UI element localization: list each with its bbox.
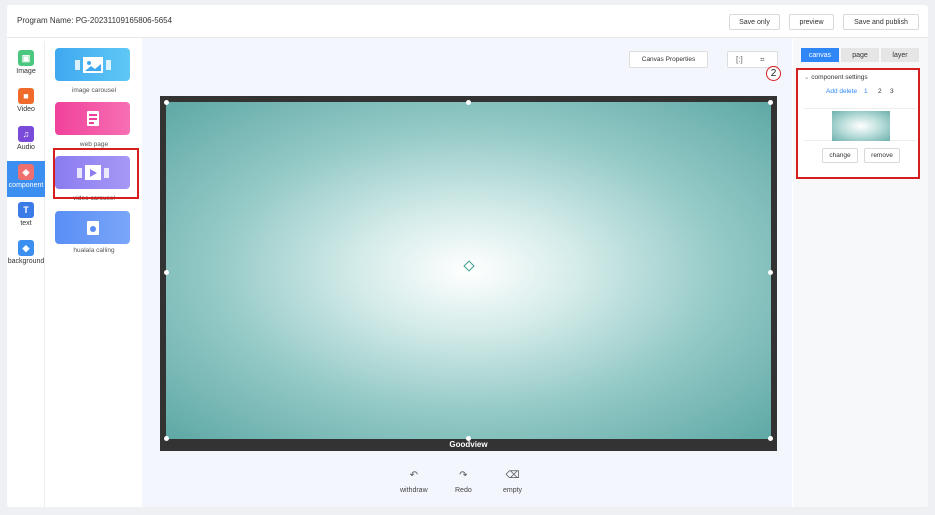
calling-bell-icon [86, 220, 99, 235]
component-panel: image carousel web page video carousel h… [46, 41, 142, 507]
page-tab-1[interactable]: 1 [864, 88, 868, 95]
redo-button[interactable]: ↷ Redo [455, 470, 472, 494]
right-panel: canvas page layer ⌄ component settings A… [793, 38, 928, 507]
resize-handle[interactable] [164, 270, 169, 275]
image-carousel-icon [74, 56, 111, 73]
work-area: Canvas Properties [:] ⌗ Goodview ↶ withd… [142, 38, 792, 507]
program-label: Program Name: [17, 16, 74, 25]
nav-item-background[interactable]: ◆ background [7, 237, 45, 273]
remove-button[interactable]: remove [864, 148, 900, 163]
text-t-icon: T [18, 202, 34, 218]
card-label: image carousel [71, 87, 117, 94]
nav-label: Image [16, 68, 36, 75]
top-bar: Program Name: PG-20231109165806-5654 Sav… [7, 5, 928, 38]
nav-label: component [8, 182, 44, 189]
image-carousel-card[interactable] [55, 48, 130, 81]
clear-icon: ⌫ [505, 470, 520, 481]
nav-label: text [20, 220, 32, 227]
hualala-calling-card[interactable] [55, 211, 130, 244]
nav-item-audio[interactable]: ♫ Audio [7, 123, 45, 159]
change-button[interactable]: change [822, 148, 858, 163]
component-settings-section: ⌄ component settings Add delete 1 2 3 ch… [796, 68, 920, 179]
component-settings-header[interactable]: ⌄ component settings [804, 73, 868, 81]
card-label: web page [79, 141, 109, 148]
page-tab-2[interactable]: 2 [878, 88, 882, 95]
fit-width-icon[interactable]: [:] [736, 55, 743, 64]
video-icon: ■ [18, 88, 34, 104]
nav-item-image[interactable]: ▣ Image [7, 47, 45, 83]
center-anchor-icon[interactable] [463, 260, 475, 272]
image-icon: ▣ [18, 50, 34, 66]
left-nav: ▣ Image ■ Video ♫ Audio ◈ component T te… [7, 41, 45, 507]
nav-label: background [7, 258, 45, 265]
music-note-icon: ♫ [18, 126, 34, 142]
add-delete-link[interactable]: Add delete [826, 88, 857, 95]
withdraw-button[interactable]: ↶ withdraw [400, 470, 428, 494]
settings-title: component settings [811, 74, 868, 81]
resize-handle[interactable] [466, 100, 471, 105]
resize-handle[interactable] [164, 100, 169, 105]
tab-page[interactable]: page [841, 48, 879, 62]
canvas-properties-button[interactable]: Canvas Properties [629, 51, 708, 68]
canvas-content[interactable] [166, 102, 771, 439]
resize-handle[interactable] [768, 100, 773, 105]
undo-icon: ↶ [409, 470, 418, 481]
resize-handle[interactable] [768, 270, 773, 275]
chevron-down-icon: ⌄ [804, 74, 810, 81]
nav-item-component[interactable]: ◈ component [7, 161, 45, 197]
nav-item-text[interactable]: T text [7, 199, 45, 235]
web-page-icon [86, 110, 99, 126]
tool-label: empty [503, 487, 523, 494]
web-page-card[interactable] [55, 102, 130, 135]
brand-label: Goodview [449, 440, 488, 449]
program-title: Program Name: PG-20231109165806-5654 [17, 16, 172, 25]
nav-label: Video [17, 106, 35, 113]
thumbnail-area [804, 108, 916, 141]
tool-label: Redo [455, 487, 472, 494]
editor-app: Program Name: PG-20231109165806-5654 Sav… [7, 5, 928, 507]
tool-label: withdraw [400, 487, 428, 494]
preview-button[interactable]: preview [789, 14, 834, 30]
paint-bucket-icon: ◆ [18, 240, 34, 256]
canvas-screen[interactable]: Goodview [160, 96, 777, 451]
annotation-box-1 [53, 148, 139, 199]
callout-2: 2 [766, 66, 781, 81]
tab-canvas[interactable]: canvas [801, 48, 839, 62]
tab-layer[interactable]: layer [881, 48, 919, 62]
page-tab-3[interactable]: 3 [890, 88, 894, 95]
nav-label: Audio [17, 144, 35, 151]
nav-item-video[interactable]: ■ Video [7, 85, 45, 121]
program-name: PG-20231109165806-5654 [75, 16, 173, 25]
background-thumbnail[interactable] [832, 111, 890, 141]
empty-button[interactable]: ⌫ empty [503, 470, 522, 494]
fullscreen-icon[interactable]: ⌗ [760, 55, 765, 65]
component-cube-icon: ◈ [18, 164, 34, 180]
save-only-button[interactable]: Save only [729, 14, 780, 30]
save-and-publish-button[interactable]: Save and publish [843, 14, 919, 30]
redo-icon: ↷ [459, 470, 468, 481]
card-label: hualala calling [73, 247, 115, 254]
